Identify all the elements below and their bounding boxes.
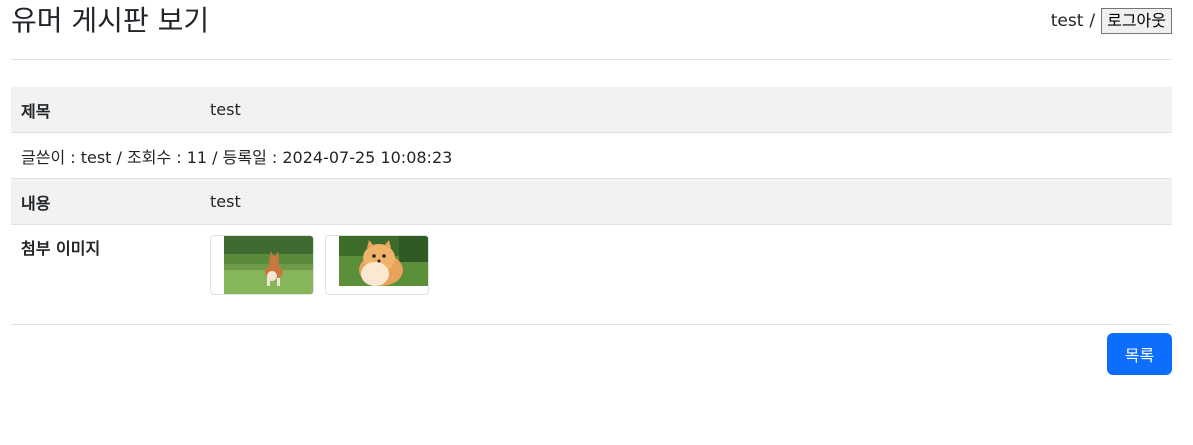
user-area: test / 로그아웃 (1051, 8, 1172, 34)
list-button[interactable]: 목록 (1107, 333, 1172, 375)
attachments-row: 첨부 이미지 (11, 224, 1172, 325)
attachment-thumbnails (210, 235, 1162, 295)
page-header: 유머 게시판 보기 test / 로그아웃 (11, 0, 1172, 60)
content-value: test (200, 178, 1172, 225)
title-label: 제목 (11, 87, 200, 133)
attachment-thumbnail-pomeranian[interactable] (325, 235, 429, 295)
post-meta: 글쓴이 : test / 조회수 : 11 / 등록일 : 2024-07-25… (11, 132, 1172, 179)
content-label: 내용 (11, 178, 200, 225)
post-detail-table: 제목 test 글쓴이 : test / 조회수 : 11 / 등록일 : 20… (11, 87, 1172, 325)
page-title: 유머 게시판 보기 (11, 4, 210, 37)
content-row: 내용 test (11, 178, 1172, 225)
attachments-cell (200, 224, 1172, 325)
meta-row: 글쓴이 : test / 조회수 : 11 / 등록일 : 2024-07-25… (11, 132, 1172, 179)
pomeranian-image (339, 236, 428, 286)
user-name: test (1050, 11, 1084, 31)
attachment-thumbnail-corgi[interactable] (210, 235, 314, 295)
attachments-label: 첨부 이미지 (11, 224, 200, 325)
corgi-image (224, 236, 313, 294)
title-row: 제목 test (11, 87, 1172, 133)
title-value: test (200, 87, 1172, 133)
user-separator: / (1089, 11, 1096, 31)
logout-button[interactable]: 로그아웃 (1101, 8, 1172, 34)
